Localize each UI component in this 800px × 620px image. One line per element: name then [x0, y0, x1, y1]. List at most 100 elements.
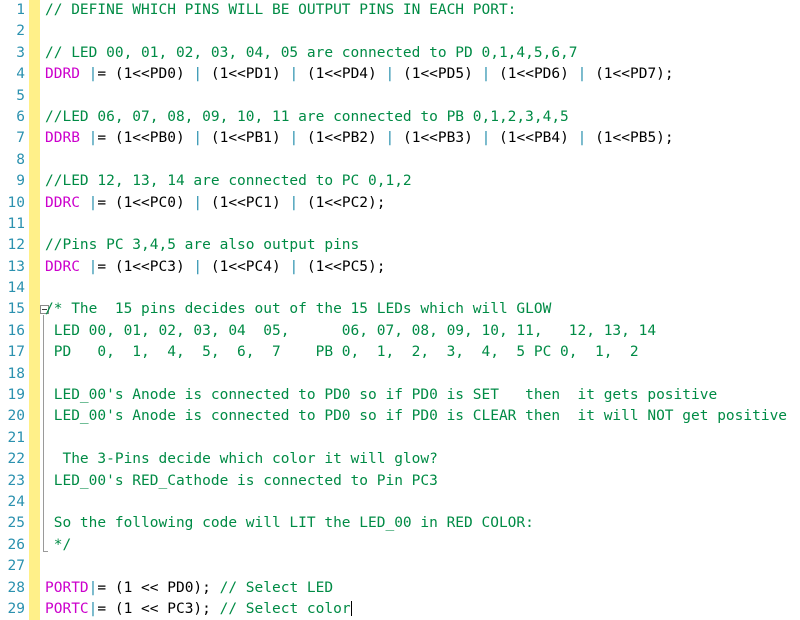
code-token-plain: (1<<PC5); — [298, 258, 386, 275]
code-token-plain: (1<<PD7); — [586, 66, 674, 83]
code-token-op: | — [289, 130, 299, 147]
line-number: 13 — [7, 258, 25, 275]
code-token-plain: (1<<PC4) — [202, 258, 290, 275]
code-token-comment: // Select color — [219, 600, 351, 617]
code-line[interactable]: PORTC|= (1 << PC3); // Select color — [45, 599, 800, 620]
code-token-comment: LED_00's Anode is connected to PD0 so if… — [45, 387, 718, 404]
code-line[interactable]: LED_00's Anode is connected to PD0 so if… — [45, 406, 800, 427]
code-line[interactable] — [45, 556, 800, 577]
code-token-comment: LED_00's Anode is connected to PD0 so if… — [45, 408, 788, 425]
line-number: 25 — [7, 515, 25, 532]
code-line[interactable] — [45, 278, 800, 299]
code-token-plain: (1<<PD4) — [298, 66, 386, 83]
code-token-comment: So the following code will LIT the LED_0… — [45, 515, 534, 532]
code-line[interactable]: //Pins PC 3,4,5 are also output pins — [45, 235, 800, 256]
line-number: 9 — [16, 173, 25, 190]
code-token-plain: (1<<PB5); — [586, 130, 674, 147]
code-token-op: | — [289, 66, 299, 83]
line-number: 4 — [16, 66, 25, 83]
code-line[interactable]: PD 0, 1, 4, 5, 6, 7 PB 0, 1, 2, 3, 4, 5 … — [45, 342, 800, 363]
line-number-column: 1 2 3 4 5 6 7 8 9 10 11 12 13 14 15 16 17 18 19 20 21 22 23 24 2… — [0, 0, 25, 620]
line-number: 17 — [7, 344, 25, 361]
code-token-plain: (1<<PB4) — [490, 130, 578, 147]
code-line[interactable] — [45, 492, 800, 513]
code-line[interactable]: //LED 06, 07, 08, 09, 10, 11 are connect… — [45, 107, 800, 128]
line-number: 23 — [7, 472, 25, 489]
code-line[interactable]: DDRC |= (1<<PC3) | (1<<PC4) | (1<<PC5); — [45, 257, 800, 278]
code-token-op: | — [289, 194, 299, 211]
code-token-plain: (1<<PB2) — [298, 130, 386, 147]
text-caret — [350, 600, 352, 616]
code-token-plain: (1<<PB1) — [202, 130, 290, 147]
code-token-plain: = (1 << PC3); — [97, 600, 220, 617]
code-editor[interactable]: 1 2 3 4 5 6 7 8 9 10 11 12 13 14 15 16 17 18 19 20 21 22 23 24 2… — [0, 0, 800, 620]
line-number: 21 — [7, 429, 25, 446]
line-number: 19 — [7, 387, 25, 404]
code-line[interactable]: The 3-Pins decide which color it will gl… — [45, 449, 800, 470]
code-line[interactable] — [45, 428, 800, 449]
line-number: 15 — [7, 301, 25, 318]
code-token-op: | — [193, 258, 203, 275]
code-token-kw: DDRC — [45, 194, 80, 211]
code-token-plain: (1<<PC2); — [298, 194, 386, 211]
code-line[interactable]: PORTD|= (1 << PD0); // Select LED — [45, 578, 800, 599]
code-line[interactable]: LED 00, 01, 02, 03, 04 05, 06, 07, 08, 0… — [45, 321, 800, 342]
code-token-comment: // DEFINE WHICH PINS WILL BE OUTPUT PINS… — [45, 2, 517, 18]
code-token-op: | — [193, 194, 203, 211]
code-line[interactable] — [45, 150, 800, 171]
line-number: 8 — [16, 151, 25, 168]
code-line[interactable]: // LED 00, 01, 02, 03, 04, 05 are connec… — [45, 43, 800, 64]
code-line[interactable]: LED_00's Anode is connected to PD0 so if… — [45, 385, 800, 406]
code-line[interactable] — [45, 86, 800, 107]
code-token-plain: = (1<<PD0) — [97, 66, 194, 83]
code-token-comment: The 3-Pins decide which color it will gl… — [45, 451, 438, 468]
code-line[interactable]: DDRB |= (1<<PB0) | (1<<PB1) | (1<<PB2) |… — [45, 128, 800, 149]
line-number: 26 — [7, 536, 25, 553]
code-token-op: | — [193, 130, 203, 147]
code-token-op: | — [289, 258, 299, 275]
line-number: 27 — [7, 558, 25, 575]
code-line[interactable]: // DEFINE WHICH PINS WILL BE OUTPUT PINS… — [45, 0, 800, 21]
line-number: 2 — [16, 23, 25, 40]
line-number: 12 — [7, 237, 25, 254]
line-number: 11 — [7, 215, 25, 232]
line-number: 29 — [7, 600, 25, 617]
code-token-comment: //Pins PC 3,4,5 are also output pins — [45, 237, 360, 254]
code-token-plain: (1<<PC1) — [202, 194, 290, 211]
code-line[interactable]: DDRD |= (1<<PD0) | (1<<PD1) | (1<<PD4) |… — [45, 64, 800, 85]
code-line[interactable] — [45, 21, 800, 42]
code-line[interactable] — [45, 364, 800, 385]
line-number: 1 — [16, 2, 25, 18]
code-token-kw: DDRC — [45, 258, 80, 275]
line-number: 7 — [16, 130, 25, 147]
code-line[interactable]: DDRC |= (1<<PC0) | (1<<PC1) | (1<<PC2); — [45, 193, 800, 214]
code-line[interactable]: LED_00's RED_Cathode is connected to Pin… — [45, 471, 800, 492]
line-number: 5 — [16, 87, 25, 104]
line-number: 6 — [16, 108, 25, 125]
line-number: 20 — [7, 408, 25, 425]
code-token-comment: */ — [45, 536, 72, 553]
fold-guide-line — [43, 314, 44, 551]
code-line[interactable]: So the following code will LIT the LED_0… — [45, 513, 800, 534]
line-number: 16 — [7, 322, 25, 339]
code-line[interactable]: /* The 15 pins decides out of the 15 LED… — [45, 299, 800, 320]
code-line[interactable]: */ — [45, 535, 800, 556]
code-line[interactable] — [45, 214, 800, 235]
code-token-plain: (1<<PD1) — [202, 66, 290, 83]
code-token-plain: (1<<PB3) — [394, 130, 482, 147]
code-token-comment: //LED 06, 07, 08, 09, 10, 11 are connect… — [45, 108, 569, 125]
code-token-comment: // Select LED — [219, 579, 334, 596]
code-token-op: | — [481, 66, 491, 83]
code-text-area[interactable]: // DEFINE WHICH PINS WILL BE OUTPUT PINS… — [45, 0, 800, 620]
code-token-op: | — [385, 66, 395, 83]
code-token-plain: = (1 << PD0); — [97, 579, 220, 596]
code-token-comment: LED_00's RED_Cathode is connected to Pin… — [45, 472, 438, 489]
code-token-kw: DDRD — [45, 66, 80, 83]
code-token-plain: (1<<PD6) — [490, 66, 578, 83]
code-token-plain: = (1<<PC0) — [97, 194, 194, 211]
code-line[interactable]: //LED 12, 13, 14 are connected to PC 0,1… — [45, 171, 800, 192]
